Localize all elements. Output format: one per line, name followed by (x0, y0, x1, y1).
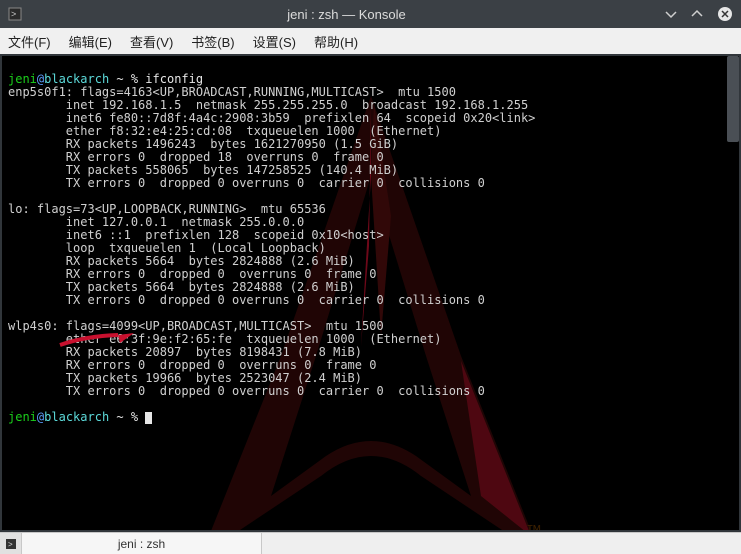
menu-edit[interactable]: 编辑(E) (69, 32, 112, 51)
prompt-user: jeni (8, 72, 37, 86)
out-line: RX packets 20897 bytes 8198431 (7.8 MiB) (8, 345, 362, 359)
out-line: inet 192.168.1.5 netmask 255.255.255.0 b… (8, 98, 528, 112)
svg-text:™: ™ (526, 523, 542, 530)
prompt-command: ifconfig (145, 72, 203, 86)
minimize-icon[interactable] (665, 8, 677, 20)
menubar: 文件(F) 编辑(E) 查看(V) 书签(B) 设置(S) 帮助(H) (0, 28, 741, 54)
out-line: ether f8:32:e4:25:cd:08 txqueuelen 1000 … (8, 124, 441, 138)
out-line: RX errors 0 dropped 0 overruns 0 frame 0 (8, 267, 376, 281)
out-line: TX errors 0 dropped 0 overruns 0 carrier… (8, 384, 485, 398)
out-line: lo: flags=73<UP,LOOPBACK,RUNNING> mtu 65… (8, 202, 326, 216)
new-tab-button[interactable]: > (0, 533, 22, 554)
out-line: RX errors 0 dropped 18 overruns 0 frame … (8, 150, 384, 164)
app-icon: > (8, 7, 28, 21)
menu-file[interactable]: 文件(F) (8, 32, 51, 51)
prompt-host: blackarch (44, 72, 109, 86)
out-line: TX errors 0 dropped 0 overruns 0 carrier… (8, 176, 485, 190)
menu-view[interactable]: 查看(V) (130, 32, 173, 51)
close-icon[interactable] (717, 6, 733, 22)
tab-terminal[interactable]: jeni : zsh (22, 533, 262, 554)
tab-label: jeni : zsh (118, 537, 165, 551)
window-controls (665, 6, 733, 22)
app-window: > jeni : zsh — Konsole 文件(F) 编辑(E) 查看(V)… (0, 0, 741, 554)
out-line: TX packets 558065 bytes 147258525 (140.4… (8, 163, 398, 177)
maximize-icon[interactable] (691, 8, 703, 20)
out-line: wlp4s0: flags=4099<UP,BROADCAST,MULTICAS… (8, 319, 384, 333)
out-line: RX packets 1496243 bytes 1621270950 (1.5… (8, 137, 398, 151)
out-line: inet6 fe80::7d8f:4a4c:2908:3b59 prefixle… (8, 111, 535, 125)
out-line: TX packets 5664 bytes 2824888 (2.6 MiB) (8, 280, 355, 294)
titlebar: > jeni : zsh — Konsole (0, 0, 741, 28)
scrollbar[interactable] (727, 56, 739, 142)
menu-help[interactable]: 帮助(H) (314, 32, 358, 51)
prompt-user: jeni (8, 410, 37, 424)
out-line: inet6 ::1 prefixlen 128 scopeid 0x10<hos… (8, 228, 384, 242)
statusbar: > jeni : zsh (0, 532, 741, 554)
terminal-output: jeni@blackarch ~ % ifconfig enp5s0f1: fl… (8, 60, 733, 437)
prompt-sep: ~ % (109, 410, 145, 424)
out-line: TX packets 19966 bytes 2523047 (2.4 MiB) (8, 371, 362, 385)
out-line: RX packets 5664 bytes 2824888 (2.6 MiB) (8, 254, 355, 268)
menu-bookmarks[interactable]: 书签(B) (191, 32, 234, 51)
out-line: RX errors 0 dropped 0 overruns 0 frame 0 (8, 358, 376, 372)
out-line: TX errors 0 dropped 0 overruns 0 carrier… (8, 293, 485, 307)
svg-text:>: > (11, 9, 16, 19)
out-line: ether e6:3f:9e:f2:65:fe txqueuelen 1000 … (8, 332, 441, 346)
out-line: enp5s0f1: flags=4163<UP,BROADCAST,RUNNIN… (8, 85, 456, 99)
terminal-view[interactable]: ™ jeni@blackarch ~ % ifconfig enp5s0f1: … (2, 56, 739, 530)
svg-text:>: > (8, 540, 13, 549)
out-line: loop txqueuelen 1 (Local Loopback) (8, 241, 326, 255)
out-line: inet 127.0.0.1 netmask 255.0.0.0 (8, 215, 304, 229)
cursor-icon (145, 412, 152, 424)
prompt-sep: ~ % (109, 72, 145, 86)
window-title: jeni : zsh — Konsole (28, 7, 665, 22)
prompt-host: blackarch (44, 410, 109, 424)
menu-settings[interactable]: 设置(S) (253, 32, 296, 51)
